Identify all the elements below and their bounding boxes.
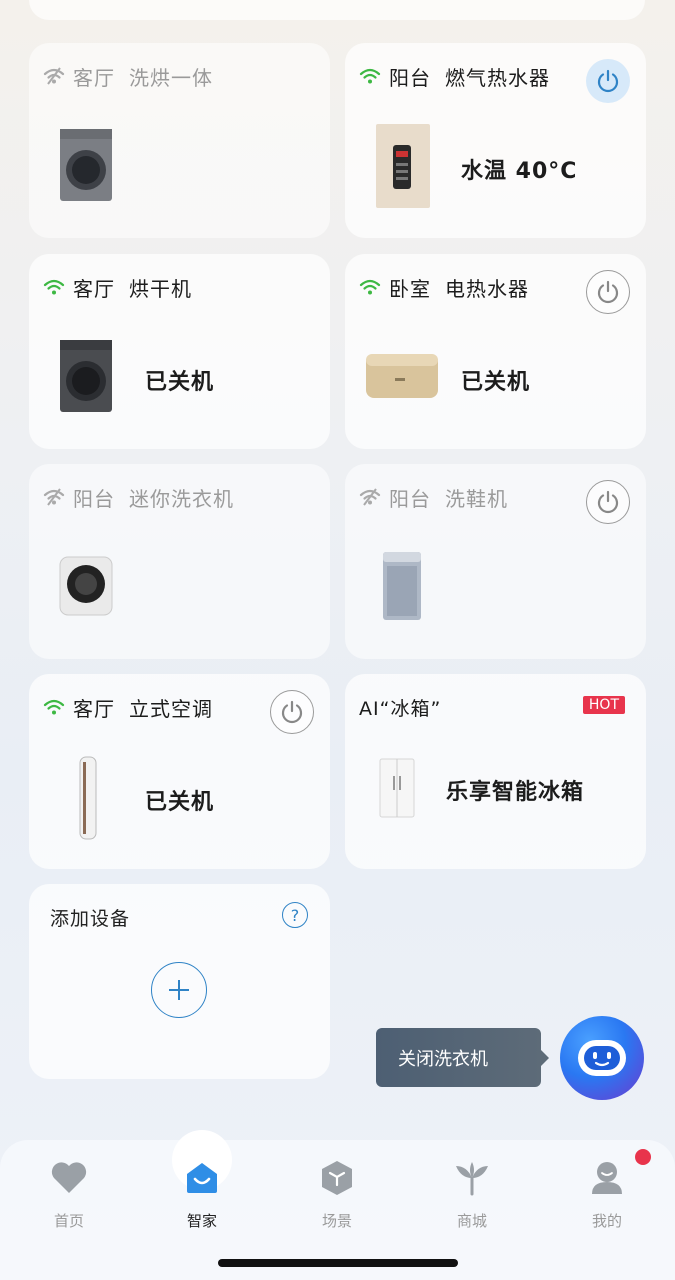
promo-text: 乐享智能冰箱 <box>446 780 585 805</box>
device-state: 已关机 <box>145 790 215 815</box>
power-icon <box>281 700 303 724</box>
add-device-card[interactable]: 添加设备 ? <box>29 884 330 1079</box>
device-room: 客厅 <box>73 696 115 721</box>
electric-water-heater-image <box>366 354 438 398</box>
device-room: 客厅 <box>73 276 115 301</box>
power-button[interactable] <box>586 59 630 103</box>
device-name: 烘干机 <box>129 276 192 301</box>
device-state: 已关机 <box>145 370 215 395</box>
floor-ac-image <box>79 756 97 840</box>
power-icon <box>597 69 619 93</box>
user-icon <box>585 1156 629 1200</box>
promo-title: AI“冰箱” <box>359 697 442 720</box>
device-card-floor-ac[interactable]: 客厅 立式空调 已关机 <box>29 674 330 869</box>
device-name: 洗鞋机 <box>445 486 508 511</box>
device-room: 阳台 <box>389 486 431 511</box>
home-indicator[interactable] <box>218 1259 458 1267</box>
tab-home[interactable]: 首页 <box>14 1150 124 1240</box>
assistant-suggestion[interactable]: 关闭洗衣机 <box>376 1028 549 1087</box>
wifi-off-icon <box>43 67 65 85</box>
device-name: 立式空调 <box>129 696 213 721</box>
power-icon <box>597 490 619 514</box>
tab-label: 智家 <box>186 1212 217 1230</box>
tab-label: 场景 <box>321 1212 352 1230</box>
card-header: 客厅 烘干机 <box>43 274 192 301</box>
card-header: 阳台 洗鞋机 <box>359 484 508 511</box>
suggestion-text: 关闭洗衣机 <box>398 1048 488 1070</box>
device-room: 卧室 <box>389 276 431 301</box>
card-header: 客厅 洗烘一体 <box>43 63 213 90</box>
sprout-icon <box>450 1156 494 1200</box>
device-name: 电热水器 <box>445 276 529 301</box>
wifi-off-icon <box>359 488 381 506</box>
water-temperature: 水温 40°C <box>461 159 578 184</box>
device-card-electric-water-heater[interactable]: 卧室 电热水器 已关机 <box>345 254 646 449</box>
device-card-mini-washer[interactable]: 阳台 迷你洗衣机 <box>29 464 330 659</box>
mini-washer-image <box>59 556 113 616</box>
card-header: 阳台 迷你洗衣机 <box>43 484 234 511</box>
tab-smart-home[interactable]: 智家 <box>147 1150 257 1240</box>
previous-card[interactable] <box>29 0 645 20</box>
washer-dryer-image <box>60 129 112 201</box>
device-card-dryer[interactable]: 客厅 烘干机 已关机 <box>29 254 330 449</box>
power-button[interactable] <box>586 270 630 314</box>
hot-badge: HOT <box>582 696 625 714</box>
heart-icon <box>47 1156 91 1200</box>
wifi-icon <box>359 68 381 84</box>
shoe-washer-image <box>383 552 421 620</box>
card-header: 客厅 立式空调 <box>43 694 213 721</box>
device-card-shoe-washer[interactable]: 阳台 洗鞋机 <box>345 464 646 659</box>
tab-label: 首页 <box>53 1212 84 1230</box>
device-name: 洗烘一体 <box>129 65 213 90</box>
wifi-icon <box>43 279 65 295</box>
wifi-icon <box>359 279 381 295</box>
device-room: 客厅 <box>73 65 115 90</box>
dryer-image <box>60 340 112 412</box>
assistant-face-icon <box>578 1040 626 1076</box>
wifi-icon <box>43 699 65 715</box>
power-button[interactable] <box>586 480 630 524</box>
gas-water-heater-image <box>376 124 430 208</box>
promo-card-fridge[interactable]: AI“冰箱” HOT 乐享智能冰箱 <box>345 674 646 869</box>
device-card-washer-dryer[interactable]: 客厅 洗烘一体 <box>29 43 330 238</box>
tab-label: 商城 <box>456 1212 487 1230</box>
add-device-button[interactable] <box>151 962 207 1018</box>
card-header: 卧室 电热水器 <box>359 274 529 301</box>
device-room: 阳台 <box>389 65 431 90</box>
ai-assistant-button[interactable] <box>560 1016 644 1100</box>
smart-home-icon <box>180 1156 224 1200</box>
help-icon[interactable]: ? <box>282 902 308 928</box>
power-button[interactable] <box>270 690 314 734</box>
device-state: 已关机 <box>461 370 531 395</box>
device-name: 燃气热水器 <box>445 65 550 90</box>
device-card-gas-water-heater[interactable]: 阳台 燃气热水器 水温 40°C <box>345 43 646 238</box>
power-icon <box>597 280 619 304</box>
tab-label: 我的 <box>591 1212 622 1230</box>
wifi-off-icon <box>43 488 65 506</box>
plus-icon <box>169 980 189 1000</box>
add-device-title: 添加设备 <box>50 907 131 930</box>
card-header: 阳台 燃气热水器 <box>359 63 550 90</box>
tab-mall[interactable]: 商城 <box>417 1150 527 1240</box>
cube-icon <box>315 1156 359 1200</box>
fridge-image <box>379 758 415 818</box>
tab-scenes[interactable]: 场景 <box>282 1150 392 1240</box>
notification-badge <box>635 1149 651 1165</box>
device-room: 阳台 <box>73 486 115 511</box>
device-name: 迷你洗衣机 <box>129 486 234 511</box>
